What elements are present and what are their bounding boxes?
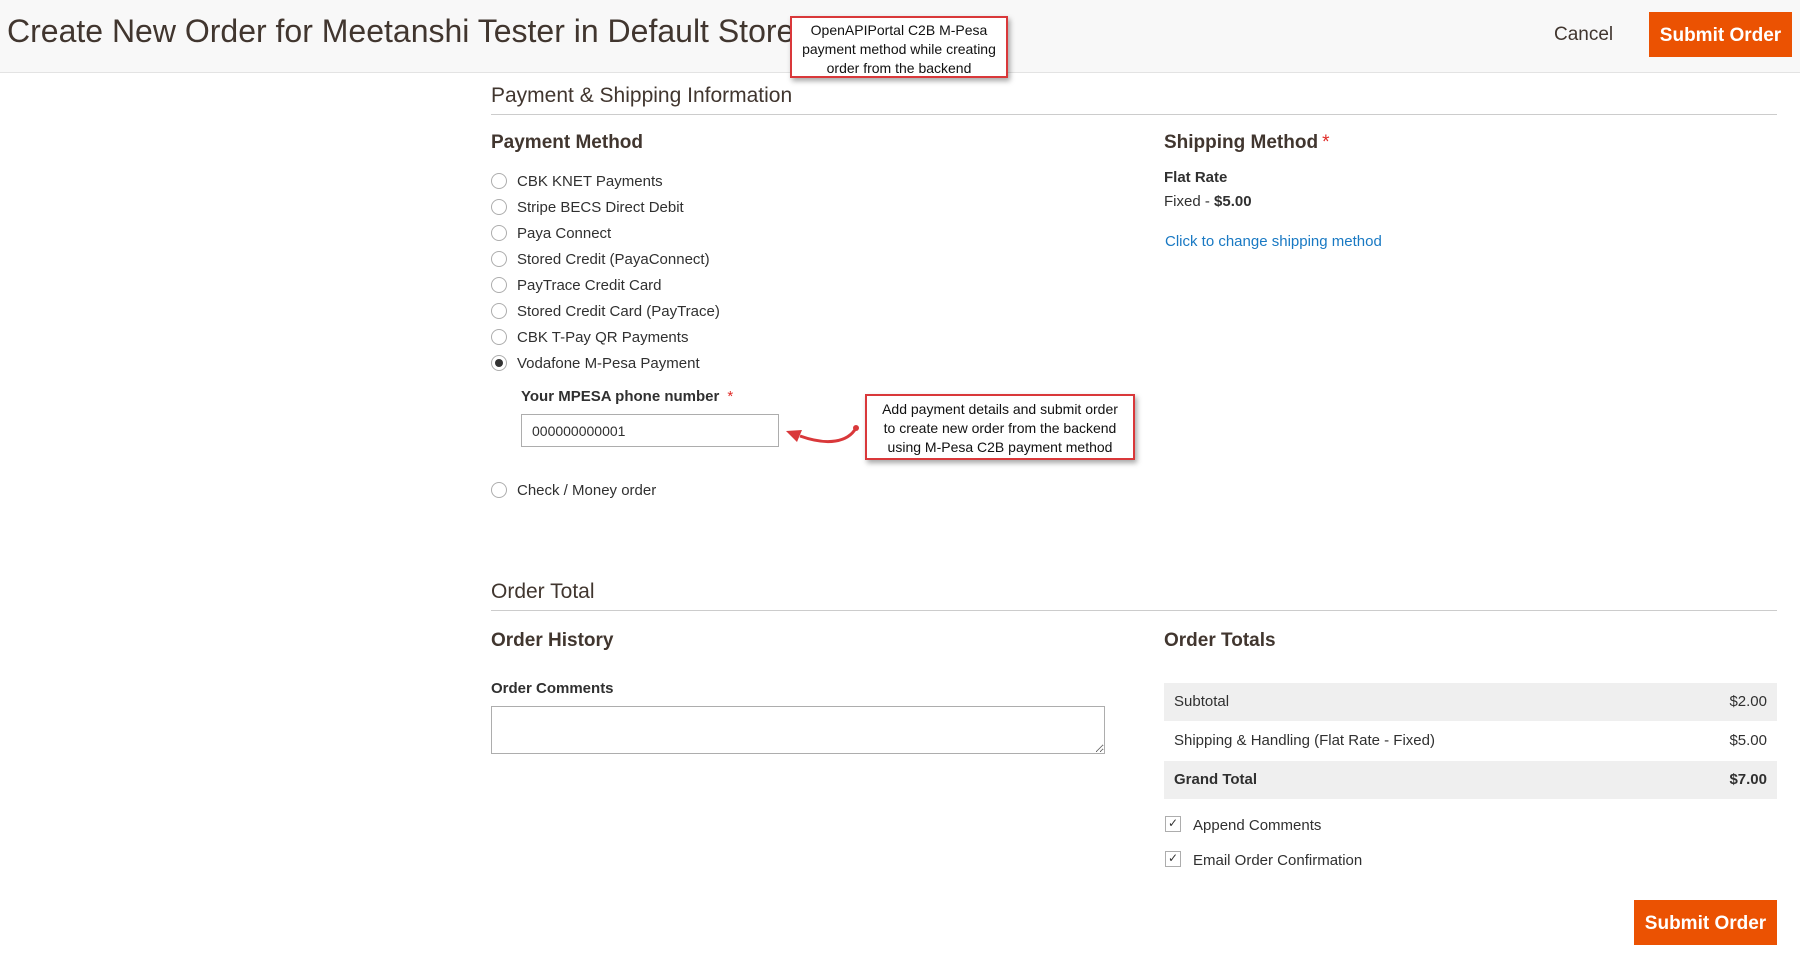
shipping-rate-price: $5.00 xyxy=(1214,193,1252,210)
radio-button-selected[interactable] xyxy=(491,355,507,372)
submit-order-button-bottom[interactable]: Submit Order xyxy=(1634,900,1777,945)
payment-option-label: Stored Credit (PayaConnect) xyxy=(517,251,710,268)
callout-top-line: order from the backend xyxy=(826,60,972,76)
payment-option-vodafone-mpesa[interactable]: Vodafone M-Pesa Payment xyxy=(491,355,700,377)
cancel-button[interactable]: Cancel xyxy=(1548,18,1619,52)
totals-value: $7.00 xyxy=(1729,771,1767,788)
email-confirmation-checkbox[interactable]: ✓ xyxy=(1165,851,1181,868)
totals-label: Subtotal xyxy=(1174,693,1230,710)
payment-option-stored-paytrace[interactable]: Stored Credit Card (PayTrace) xyxy=(491,303,720,325)
payment-option-label: Stored Credit Card (PayTrace) xyxy=(517,303,720,320)
order-total-section-title: Order Total xyxy=(491,580,595,603)
section-divider xyxy=(491,114,1777,115)
radio-button[interactable] xyxy=(491,482,507,499)
shipping-method-title: Shipping Method * xyxy=(1164,132,1329,154)
page-title: Create New Order for Meetanshi Tester in… xyxy=(7,13,872,49)
payment-option-paya-connect[interactable]: Paya Connect xyxy=(491,225,611,247)
payment-option-label: Vodafone M-Pesa Payment xyxy=(517,355,700,372)
payment-method-title: Payment Method xyxy=(491,132,644,153)
payment-option-stripe-becs[interactable]: Stripe BECS Direct Debit xyxy=(491,199,684,221)
mpesa-phone-label-text: Your MPESA phone number xyxy=(521,388,720,405)
order-comments-label: Order Comments xyxy=(491,680,614,697)
payment-option-cbk-knet[interactable]: CBK KNET Payments xyxy=(491,173,663,195)
append-comments-label: Append Comments xyxy=(1193,817,1322,834)
callout-side-line: to create new order from the backend xyxy=(883,420,1117,436)
append-comments-option[interactable]: ✓ Append Comments xyxy=(1165,816,1322,837)
callout-side-line: Add payment details and submit order xyxy=(882,401,1118,417)
shipping-carrier: Flat Rate xyxy=(1164,169,1228,186)
payment-shipping-section-title: Payment & Shipping Information xyxy=(491,84,793,107)
section-divider xyxy=(491,610,1777,611)
mpesa-phone-input[interactable] xyxy=(521,414,779,447)
totals-label: Shipping & Handling (Flat Rate - Fixed) xyxy=(1174,732,1435,749)
payment-option-label: CBK KNET Payments xyxy=(517,173,663,190)
radio-button[interactable] xyxy=(491,199,507,216)
order-totals-title: Order Totals xyxy=(1164,630,1276,651)
submit-order-button-top[interactable]: Submit Order xyxy=(1649,12,1792,57)
email-confirmation-option[interactable]: ✓ Email Order Confirmation xyxy=(1165,851,1363,872)
totals-label: Grand Total xyxy=(1174,771,1258,788)
callout-top-line: OpenAPIPortal C2B M-Pesa xyxy=(810,22,988,38)
totals-row-grand-total: Grand Total $7.00 xyxy=(1164,761,1777,799)
callout-side: Add payment details and submit order to … xyxy=(865,394,1135,460)
callout-side-line: using M-Pesa C2B payment method xyxy=(887,439,1113,455)
totals-value: $2.00 xyxy=(1729,693,1767,710)
payment-option-cbk-tpay[interactable]: CBK T-Pay QR Payments xyxy=(491,329,688,351)
order-history-title: Order History xyxy=(491,630,614,651)
radio-button[interactable] xyxy=(491,173,507,190)
mpesa-phone-label: Your MPESA phone number * xyxy=(521,388,733,405)
shipping-method-title-text: Shipping Method xyxy=(1164,132,1319,153)
shipping-rate: Fixed - $5.00 xyxy=(1164,193,1252,210)
callout-arrow-icon xyxy=(786,425,859,443)
order-comments-textarea[interactable] xyxy=(491,706,1105,754)
totals-row-shipping: Shipping & Handling (Flat Rate - Fixed) … xyxy=(1164,722,1777,760)
payment-option-label: CBK T-Pay QR Payments xyxy=(517,329,689,346)
payment-option-label: PayTrace Credit Card xyxy=(517,277,662,294)
payment-option-check-money-order[interactable]: Check / Money order xyxy=(491,482,656,504)
radio-button[interactable] xyxy=(491,329,507,346)
payment-option-label: Stripe BECS Direct Debit xyxy=(517,199,684,216)
email-confirmation-label: Email Order Confirmation xyxy=(1193,852,1363,869)
callout-top-line: payment method while creating xyxy=(802,41,996,57)
payment-option-label: Paya Connect xyxy=(517,225,612,242)
totals-row-subtotal: Subtotal $2.00 xyxy=(1164,683,1777,721)
required-star: * xyxy=(1322,132,1330,153)
totals-value: $5.00 xyxy=(1729,732,1767,749)
radio-button[interactable] xyxy=(491,225,507,242)
radio-button[interactable] xyxy=(491,277,507,294)
payment-option-paytrace-card[interactable]: PayTrace Credit Card xyxy=(491,277,662,299)
radio-button[interactable] xyxy=(491,303,507,320)
callout-top: OpenAPIPortal C2B M-Pesa payment method … xyxy=(790,16,1008,78)
radio-button[interactable] xyxy=(491,251,507,268)
append-comments-checkbox[interactable]: ✓ xyxy=(1165,816,1181,833)
shipping-rate-prefix: Fixed - xyxy=(1164,193,1215,210)
payment-option-stored-credit-paya[interactable]: Stored Credit (PayaConnect) xyxy=(491,251,710,273)
required-star: * xyxy=(727,388,734,405)
change-shipping-link[interactable]: Click to change shipping method xyxy=(1165,233,1382,250)
payment-option-label: Check / Money order xyxy=(517,482,657,499)
